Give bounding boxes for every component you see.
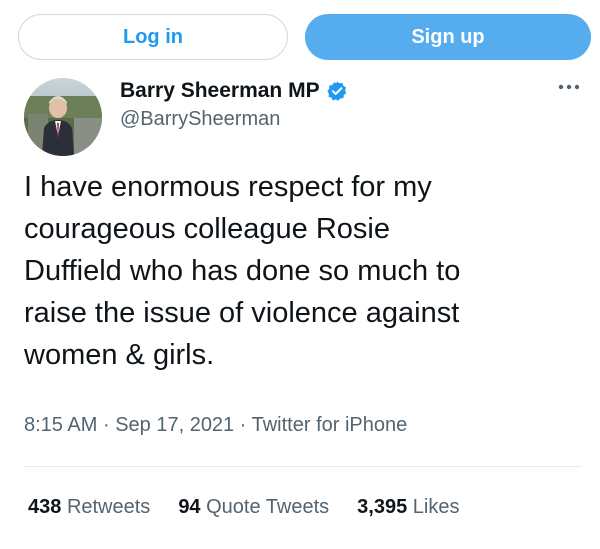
tweet-meta: 8:15 AM · Sep 17, 2021 · Twitter for iPh… — [24, 414, 407, 437]
tweet-time[interactable]: 8:15 AM — [24, 414, 97, 436]
likes-count: 3,395 — [357, 496, 408, 518]
author-display-name[interactable]: Barry Sheerman MP — [120, 79, 320, 103]
tweet-text: I have enormous respect for my courageou… — [24, 171, 461, 371]
meta-separator: · — [102, 414, 110, 436]
retweets-count: 438 — [28, 496, 62, 518]
signup-button[interactable]: Sign up — [305, 14, 591, 60]
login-button[interactable]: Log in — [18, 14, 288, 60]
retweets-stat[interactable]: 438 Retweets — [28, 496, 150, 519]
likes-stat[interactable]: 3,395 Likes — [357, 496, 459, 519]
divider — [24, 466, 582, 467]
meta-separator: · — [239, 414, 247, 436]
tweet-source[interactable]: Twitter for iPhone — [252, 414, 408, 436]
author-name-row[interactable]: Barry Sheerman MP — [120, 76, 348, 106]
retweets-label: Retweets — [66, 496, 151, 518]
quotes-label: Quote Tweets — [206, 496, 330, 518]
likes-label: Likes — [412, 496, 460, 518]
author-handle[interactable]: @BarrySheerman — [120, 108, 280, 131]
tweet-stats: 438 Retweets 94 Quote Tweets 3,395 Likes — [28, 496, 488, 519]
quote-tweets-stat[interactable]: 94 Quote Tweets — [178, 496, 329, 519]
avatar[interactable] — [24, 78, 102, 156]
quotes-count: 94 — [178, 496, 201, 518]
verified-badge-icon — [326, 80, 348, 102]
tweet-date[interactable]: Sep 17, 2021 — [115, 414, 234, 436]
more-options-icon[interactable] — [556, 78, 582, 96]
avatar-photo — [24, 78, 102, 156]
